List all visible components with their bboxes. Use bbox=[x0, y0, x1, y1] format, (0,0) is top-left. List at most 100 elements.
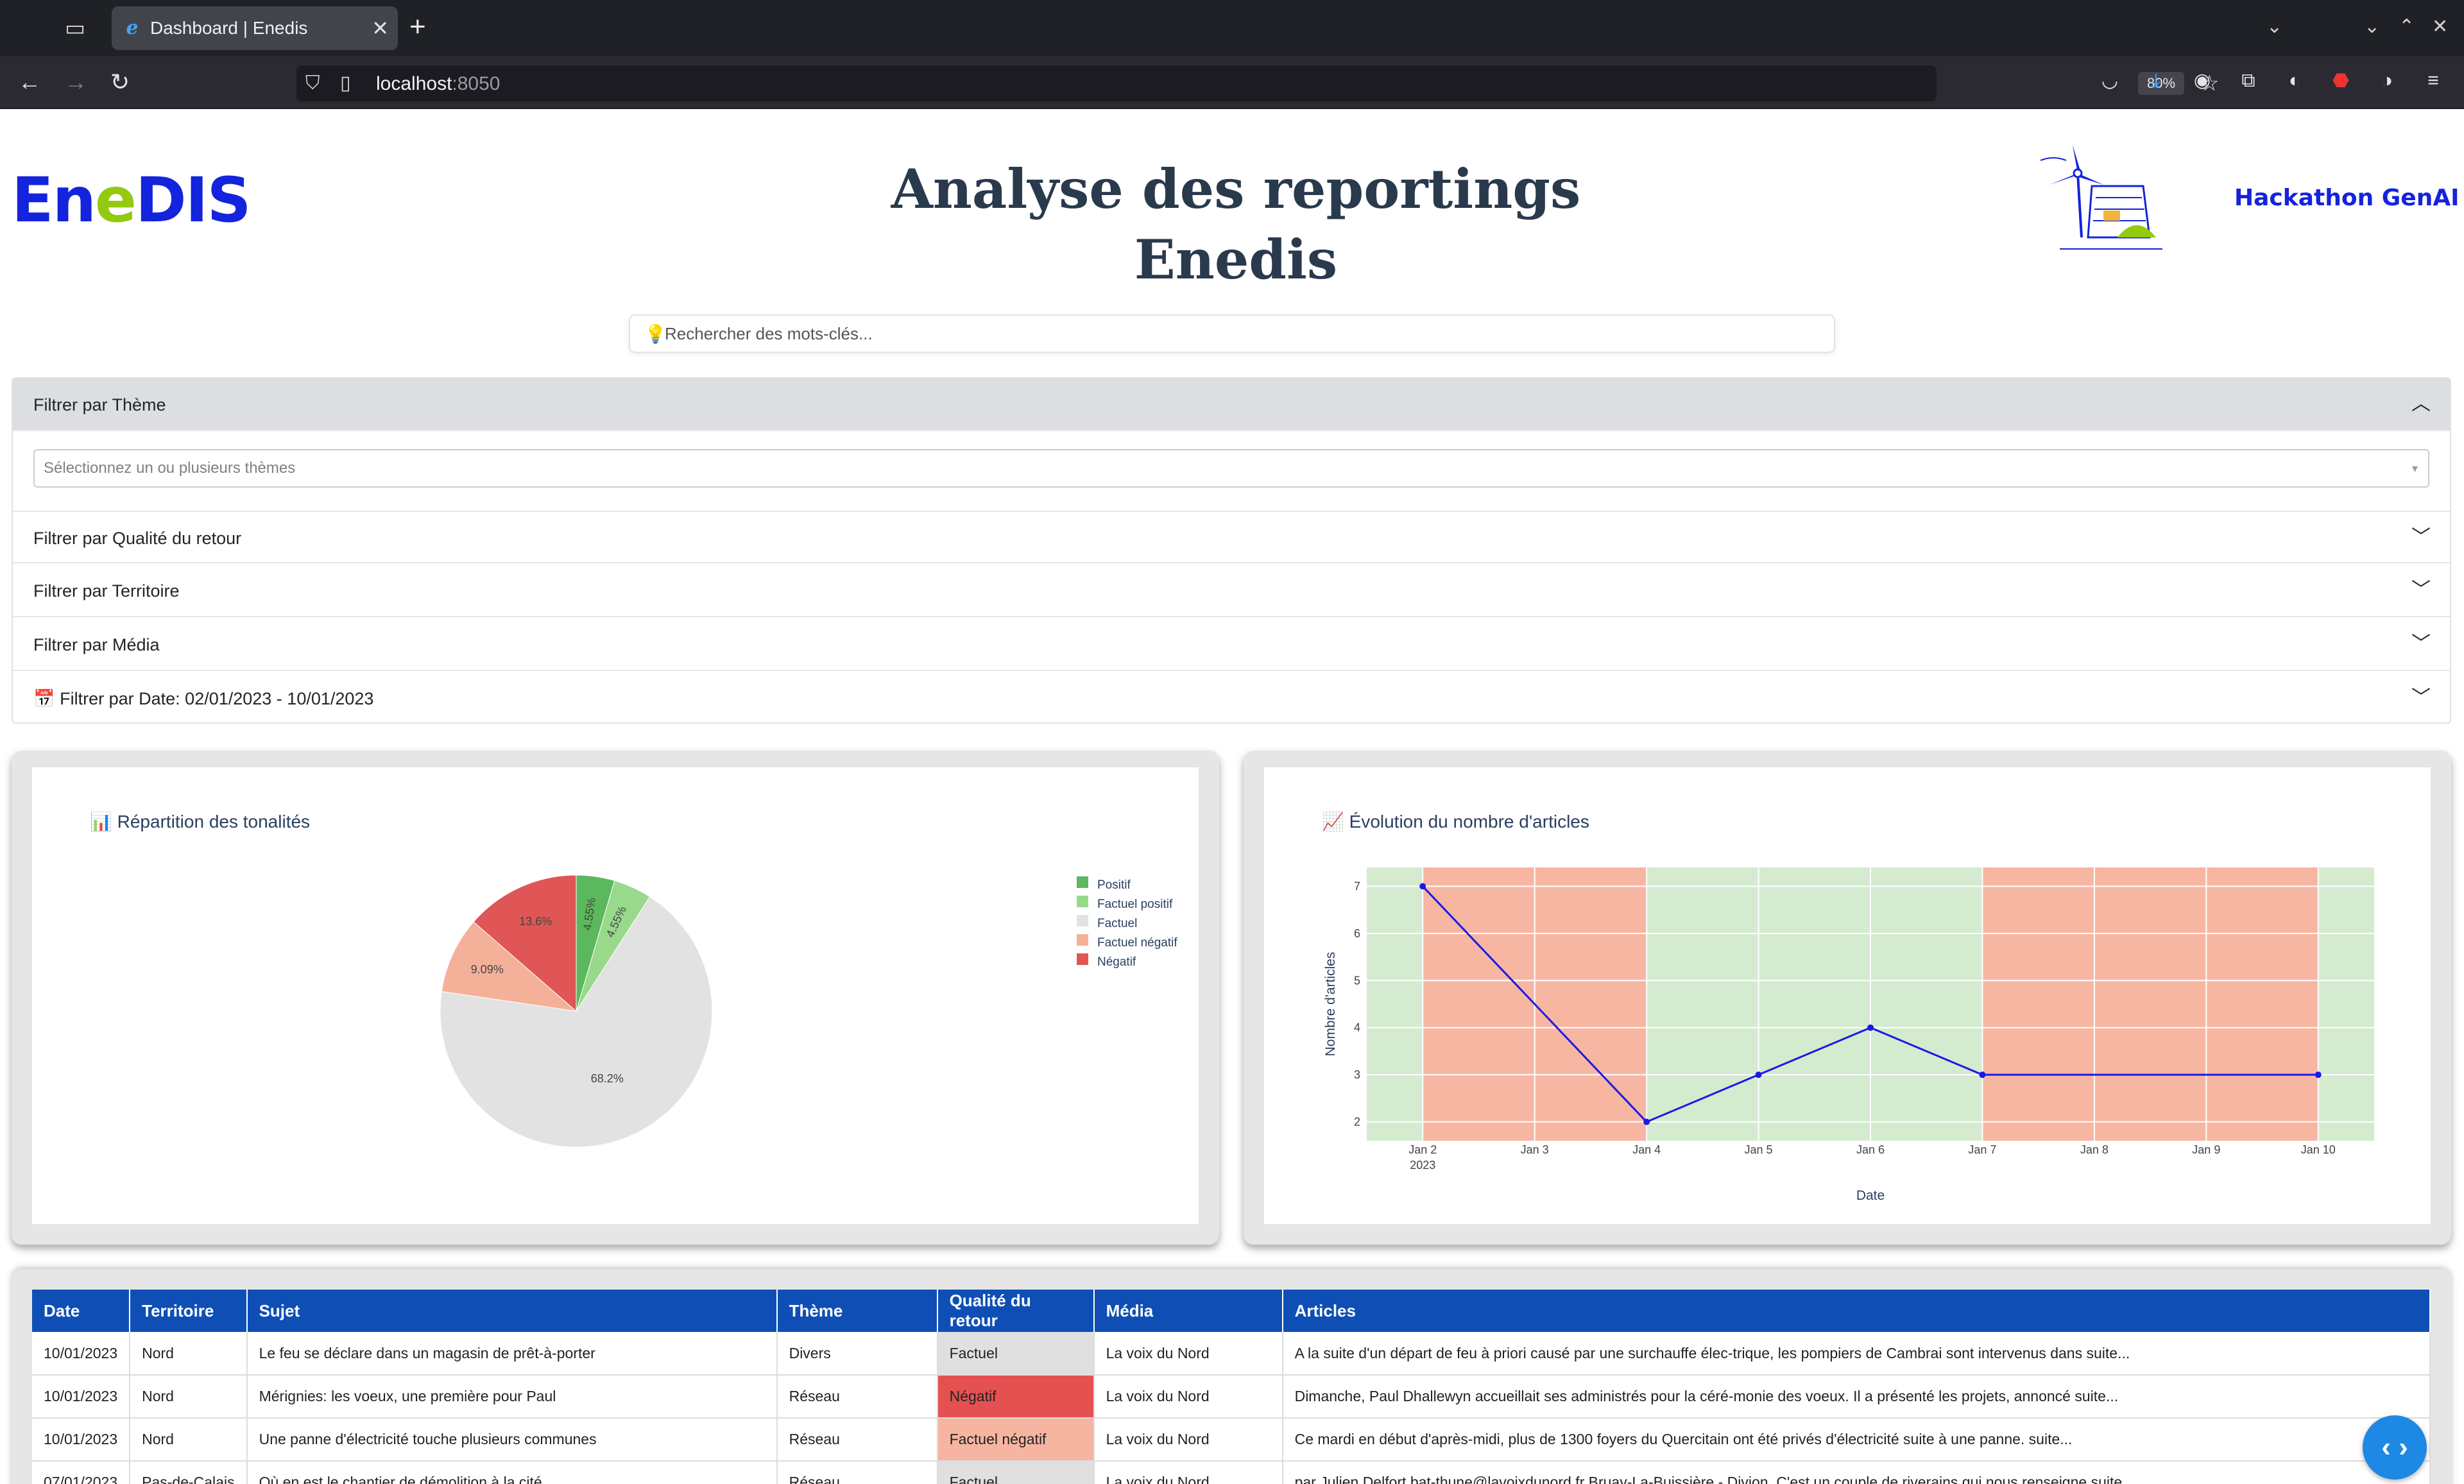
extension-vpn-icon[interactable]: ◐ bbox=[2282, 68, 2307, 94]
column-header[interactable]: Date bbox=[32, 1290, 131, 1332]
table-cell: La voix du Nord bbox=[1093, 1375, 1283, 1419]
chevron-down-icon[interactable]: ﹀ bbox=[2411, 685, 2431, 711]
browser-nav-bar: ← → ↻ ⛉ ▯ localhost:8050 80% ☆ bbox=[0, 56, 2464, 109]
article-evolution-card: 📈 Évolution du nombre d'articles Jan 2 Ja… bbox=[1244, 751, 2451, 1245]
legend-label: Positif bbox=[1097, 878, 1131, 892]
new-tab-icon[interactable]: + bbox=[409, 13, 426, 41]
pie-slice-label: 13.6% bbox=[519, 915, 552, 928]
table-cell: 07/01/2023 bbox=[32, 1461, 131, 1484]
y-tick-label: 3 bbox=[1354, 1068, 1360, 1081]
chevron-down-icon[interactable]: ﹀ bbox=[2411, 577, 2431, 603]
line-chart-panel: 📈 Évolution du nombre d'articles Jan 2 Ja… bbox=[1264, 767, 2431, 1224]
ublock-icon[interactable]: ⬣ bbox=[2328, 68, 2354, 94]
dropdown-arrow-icon[interactable]: ▾ bbox=[2412, 462, 2418, 475]
filter-quality-header[interactable]: Filtrer par Qualité du retour ﹀ bbox=[13, 511, 2450, 563]
theme-select-placeholder: Sélectionnez un ou plusieurs thèmes bbox=[44, 459, 296, 477]
tab-list-icon[interactable]: ▭ bbox=[61, 15, 89, 41]
tone-distribution-card: 📊 Répartition des tonalités 4.55% 4.55% 68… bbox=[12, 751, 1219, 1245]
account-icon[interactable]: ◉ bbox=[2189, 68, 2215, 94]
background-band bbox=[1982, 867, 2318, 1141]
browser-tab-bar: ▭ ℯ Dashboard | Enedis ✕ + ⌄ ⌄ ⌃ ✕ bbox=[0, 0, 2464, 56]
table-row[interactable]: 10/01/2023 Nord Mérignies: les voeux, une … bbox=[32, 1375, 2431, 1419]
filter-media-label: Filtrer par Média bbox=[33, 635, 160, 654]
filter-theme-label: Filtrer par Thème bbox=[33, 395, 166, 414]
back-icon[interactable]: ← bbox=[18, 68, 41, 96]
legend-label: Négatif bbox=[1097, 955, 1136, 969]
reload-icon[interactable]: ↻ bbox=[110, 68, 130, 96]
maximize-icon[interactable]: ⌃ bbox=[2399, 14, 2415, 40]
extensions-icon[interactable]: ⧉ bbox=[2236, 68, 2261, 94]
filter-date-label: 📅 Filtrer par Date: 02/01/2023 - 10/01/2… bbox=[33, 689, 374, 708]
forward-icon[interactable]: → bbox=[64, 68, 87, 96]
table-row[interactable]: 10/01/2023 Nord Une panne d'électricité to… bbox=[32, 1418, 2431, 1462]
close-tab-icon[interactable]: ✕ bbox=[372, 17, 389, 40]
table-cell: Réseau bbox=[776, 1375, 938, 1419]
legend-label: Factuel positif bbox=[1097, 898, 1173, 911]
data-point bbox=[1867, 1024, 1874, 1031]
table-cell: Réseau bbox=[776, 1461, 938, 1484]
x-tick-label: Jan 5 bbox=[1745, 1143, 1773, 1156]
close-window-icon[interactable]: ✕ bbox=[2432, 14, 2448, 40]
data-point bbox=[1419, 883, 1426, 890]
table-row[interactable]: 07/01/2023 Pas-de-Calais Où en est le chan… bbox=[32, 1461, 2431, 1484]
chevron-down-icon[interactable]: ﹀ bbox=[2411, 525, 2431, 550]
browser-tab[interactable]: ℯ Dashboard | Enedis ✕ bbox=[112, 6, 398, 50]
x-tick-label: Jan 4 bbox=[1632, 1143, 1661, 1156]
table-cell: Nord bbox=[130, 1375, 248, 1419]
table-body: 10/01/2023 Nord Le feu se déclare dans un … bbox=[32, 1332, 2431, 1484]
articles-table: Date Territoire Sujet Thème Qualité du retou… bbox=[32, 1290, 2431, 1484]
table-cell: Le feu se déclare dans un magasin de prê… bbox=[246, 1332, 778, 1376]
list-all-tabs-icon[interactable]: ⌄ bbox=[2266, 14, 2282, 40]
column-header[interactable]: Sujet bbox=[246, 1290, 778, 1332]
legend-swatch bbox=[1077, 953, 1088, 965]
column-header[interactable]: Thème bbox=[776, 1290, 938, 1332]
background-band bbox=[2318, 867, 2374, 1141]
table-cell: Mérignies: les voeux, une première pour … bbox=[246, 1375, 778, 1419]
filter-theme-header[interactable]: Filtrer par Thème ︿ bbox=[13, 379, 2450, 431]
legend-swatch bbox=[1077, 934, 1088, 946]
filter-media-header[interactable]: Filtrer par Média ﹀ bbox=[13, 618, 2450, 671]
data-point bbox=[2314, 1071, 2322, 1079]
x-tick-label: Jan 8 bbox=[2080, 1143, 2109, 1156]
search-input[interactable] bbox=[665, 316, 1820, 352]
table-cell: Factuel bbox=[937, 1461, 1095, 1484]
table-cell: Ce mardi en début d'après-midi, plus de … bbox=[1282, 1418, 2431, 1462]
url-text[interactable]: localhost:8050 bbox=[376, 73, 500, 95]
filter-date-header[interactable]: 📅 Filtrer par Date: 02/01/2023 - 10/01/2… bbox=[13, 672, 2450, 725]
code-toggle-button[interactable]: ‹ › bbox=[2363, 1415, 2427, 1480]
menu-icon[interactable]: ≡ bbox=[2420, 68, 2446, 94]
pocket-icon[interactable]: ◡ bbox=[2097, 68, 2123, 94]
table-row[interactable]: 10/01/2023 Nord Le feu se déclare dans un … bbox=[32, 1332, 2431, 1376]
theme-select[interactable]: Sélectionnez un ou plusieurs thèmes ▾ bbox=[33, 449, 2429, 488]
filter-territory-header[interactable]: Filtrer par Territoire ﹀ bbox=[13, 565, 2450, 617]
column-header[interactable]: Qualité du retour bbox=[937, 1290, 1095, 1332]
column-header[interactable]: Territoire bbox=[130, 1290, 248, 1332]
y-tick-label: 5 bbox=[1354, 974, 1360, 987]
background-band bbox=[1367, 867, 1423, 1141]
page-icon[interactable]: ▯ bbox=[340, 72, 351, 95]
column-header[interactable]: Articles bbox=[1282, 1290, 2431, 1332]
table-header-row: Date Territoire Sujet Thème Qualité du retou… bbox=[32, 1290, 2431, 1332]
y-tick-label: 7 bbox=[1354, 880, 1360, 892]
downloads-icon[interactable]: ⤓ bbox=[2143, 68, 2169, 94]
y-tick-label: 6 bbox=[1354, 927, 1360, 940]
data-point bbox=[1643, 1118, 1650, 1125]
table-cell: par Julien Delfort bat-thune@lavoixdunor… bbox=[1282, 1461, 2431, 1484]
enedis-favicon-icon: ℯ bbox=[126, 17, 139, 39]
column-header[interactable]: Média bbox=[1093, 1290, 1283, 1332]
table-cell: Réseau bbox=[776, 1418, 938, 1462]
dark-reader-icon[interactable]: ◑ bbox=[2374, 68, 2400, 94]
url-bar[interactable]: ⛉ ▯ localhost:8050 80% ☆ bbox=[296, 65, 2219, 101]
shield-icon[interactable]: ⛉ bbox=[305, 72, 320, 95]
chevron-up-icon[interactable]: ︿ bbox=[2411, 391, 2431, 417]
pie-slice-label: 9.09% bbox=[471, 963, 504, 976]
chevron-down-icon[interactable]: ﹀ bbox=[2411, 631, 2431, 657]
minimize-icon[interactable]: ⌄ bbox=[2364, 14, 2380, 40]
table-cell: Dimanche, Paul Dhallewyn accueillait ses… bbox=[1282, 1375, 2431, 1419]
legend-swatch bbox=[1077, 915, 1088, 926]
table-cell: Factuel bbox=[937, 1332, 1095, 1376]
x-axis-title: Date bbox=[1856, 1188, 1885, 1203]
table-cell: La voix du Nord bbox=[1093, 1461, 1283, 1484]
y-axis-title: Nombre d'articles bbox=[1323, 952, 1338, 1057]
line-chart: Jan 2 Jan 3 Jan 4 Jan 5 Jan 6 Jan 7 Jan 8 Jan 9… bbox=[1323, 867, 2374, 1203]
